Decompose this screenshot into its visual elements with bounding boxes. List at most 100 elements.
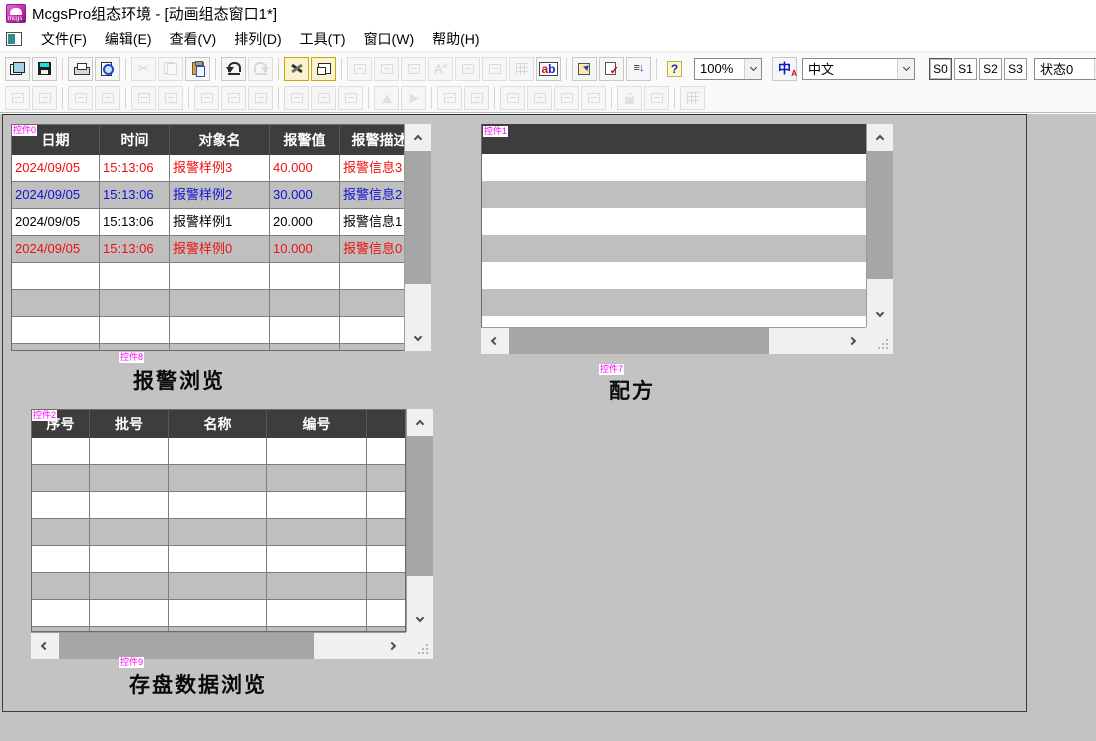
- zoom-dropdown-icon[interactable]: [744, 59, 761, 79]
- scroll-right-icon[interactable]: [380, 633, 406, 659]
- scroll-down-icon[interactable]: [405, 325, 431, 351]
- scroll-thumb[interactable]: [509, 328, 769, 354]
- edit-points-icon: [644, 86, 669, 110]
- child-window-icon[interactable]: [6, 32, 22, 46]
- storage-row-empty[interactable]: [32, 492, 405, 519]
- language-dropdown-icon[interactable]: [897, 59, 914, 79]
- alarm-row-empty[interactable]: [12, 290, 404, 317]
- alarm-row[interactable]: 2024/09/05 15:13:06 报警样例3 40.000 报警信息3: [12, 155, 404, 182]
- object-check-icon[interactable]: [599, 57, 624, 81]
- center-horizontal-icon: [131, 86, 156, 110]
- toolbox-icon[interactable]: [284, 57, 309, 81]
- alarm-row-empty[interactable]: [12, 344, 404, 351]
- window-title: McgsPro组态环境 - [动画组态窗口1*]: [32, 3, 277, 24]
- menu-tools[interactable]: 工具(T): [291, 27, 355, 51]
- alarm-row[interactable]: 2024/09/05 15:13:06 报警样例2 30.000 报警信息2: [12, 182, 404, 209]
- scroll-thumb[interactable]: [405, 151, 431, 284]
- recipe-row[interactable]: [482, 235, 866, 262]
- grid-snap-icon: [680, 86, 705, 110]
- menu-edit[interactable]: 编辑(E): [96, 27, 161, 51]
- col-extra: [367, 410, 406, 438]
- menu-help[interactable]: 帮助(H): [423, 27, 488, 51]
- fill-color-icon: [347, 57, 372, 81]
- recipe-list: [481, 124, 866, 327]
- storage-row-empty[interactable]: [32, 573, 405, 600]
- state-s1-button[interactable]: S1: [954, 58, 977, 80]
- object-properties-icon[interactable]: [572, 57, 597, 81]
- recipe-control[interactable]: 控件1: [481, 124, 893, 354]
- scroll-up-icon[interactable]: [405, 124, 431, 150]
- paste-icon[interactable]: [185, 57, 210, 81]
- scroll-thumb[interactable]: [867, 151, 893, 279]
- col-name: 名称: [169, 410, 267, 438]
- recipe-row[interactable]: [482, 316, 866, 327]
- state-s2-button[interactable]: S2: [979, 58, 1002, 80]
- print-icon[interactable]: [68, 57, 93, 81]
- alarm-caption: 报警浏览: [133, 365, 225, 395]
- scroll-up-icon[interactable]: [407, 409, 433, 435]
- sort-icon[interactable]: ≡↓: [626, 57, 651, 81]
- alarm-browse-control[interactable]: 控件0 日期 时间 对象名 报警值 报警描述 2024/09/05 15:13:…: [11, 124, 431, 351]
- scroll-left-icon[interactable]: [481, 328, 507, 354]
- scroll-thumb[interactable]: [407, 436, 433, 576]
- storage-row-empty[interactable]: [32, 438, 405, 465]
- chinese-font-icon[interactable]: 中A: [772, 57, 797, 81]
- space-down-icon: [311, 86, 336, 110]
- copy-icon: [158, 57, 183, 81]
- alarm-row-empty[interactable]: [12, 317, 404, 344]
- menu-view[interactable]: 查看(V): [161, 27, 226, 51]
- storage-vertical-scrollbar[interactable]: [406, 409, 433, 632]
- storage-row-empty[interactable]: [32, 519, 405, 546]
- window-frame-icon[interactable]: [311, 57, 336, 81]
- animation-window-canvas[interactable]: 控件0 日期 时间 对象名 报警值 报警描述 2024/09/05 15:13:…: [2, 114, 1027, 712]
- storage-row-empty[interactable]: [32, 546, 405, 573]
- flip-horizontal-icon: [374, 86, 399, 110]
- storage-row-empty[interactable]: [32, 465, 405, 492]
- alarm-vertical-scrollbar[interactable]: [404, 124, 431, 351]
- scroll-down-icon[interactable]: [407, 606, 433, 632]
- state-s0-button[interactable]: S0: [929, 58, 952, 80]
- recipe-vertical-scrollbar[interactable]: [866, 124, 893, 327]
- new-window-icon[interactable]: [5, 57, 30, 81]
- help-icon[interactable]: ?: [662, 57, 687, 81]
- scroll-left-icon[interactable]: [31, 633, 57, 659]
- caption-chip: 控件9: [119, 657, 144, 668]
- state-s3-button[interactable]: S3: [1004, 58, 1027, 80]
- print-preview-icon[interactable]: [95, 57, 120, 81]
- scroll-right-icon[interactable]: [840, 328, 866, 354]
- control-chip: 控件2: [32, 410, 57, 421]
- storage-browse-control[interactable]: 控件2 序号 批号 名称 编号: [31, 409, 433, 659]
- menu-arrange[interactable]: 排列(D): [225, 27, 290, 51]
- recipe-row[interactable]: [482, 181, 866, 208]
- recipe-horizontal-scrollbar[interactable]: [481, 327, 866, 354]
- storage-caption: 存盘数据浏览: [129, 669, 267, 699]
- find-replace-text-icon[interactable]: ab: [536, 57, 561, 81]
- alarm-row[interactable]: 2024/09/05 15:13:06 报警样例0 10.000 报警信息0: [12, 236, 404, 263]
- menu-file[interactable]: 文件(F): [32, 27, 96, 51]
- line-color-icon: [374, 57, 399, 81]
- zoom-select[interactable]: 100%: [694, 58, 762, 80]
- alarm-row[interactable]: 2024/09/05 15:13:06 报警样例1 20.000 报警信息1: [12, 209, 404, 236]
- status-select[interactable]: 状态0: [1034, 58, 1096, 80]
- resize-grip[interactable]: [406, 632, 433, 659]
- save-icon[interactable]: [32, 57, 57, 81]
- scroll-down-icon[interactable]: [867, 301, 893, 327]
- center-vertical-icon: [158, 86, 183, 110]
- recipe-row[interactable]: [482, 289, 866, 316]
- storage-horizontal-scrollbar[interactable]: [31, 632, 406, 659]
- storage-row-empty[interactable]: [32, 600, 405, 627]
- resize-grip[interactable]: [866, 327, 893, 354]
- recipe-row[interactable]: [482, 154, 866, 181]
- language-select[interactable]: 中文: [802, 58, 915, 80]
- equal-height-icon: [221, 86, 246, 110]
- storage-table-header: 序号 批号 名称 编号: [32, 410, 405, 438]
- undo-icon[interactable]: [221, 57, 246, 81]
- scroll-thumb[interactable]: [59, 633, 314, 659]
- recipe-row[interactable]: [482, 262, 866, 289]
- recipe-row[interactable]: [482, 208, 866, 235]
- toolbar-main: ✂ Aa ab ≡↓ ? 100% 中A 中文 S0 S1 S2 S3 状态0: [0, 52, 1096, 84]
- text-align-right-icon: [482, 57, 507, 81]
- alarm-row-empty[interactable]: [12, 263, 404, 290]
- scroll-up-icon[interactable]: [867, 124, 893, 150]
- menu-window[interactable]: 窗口(W): [355, 27, 424, 51]
